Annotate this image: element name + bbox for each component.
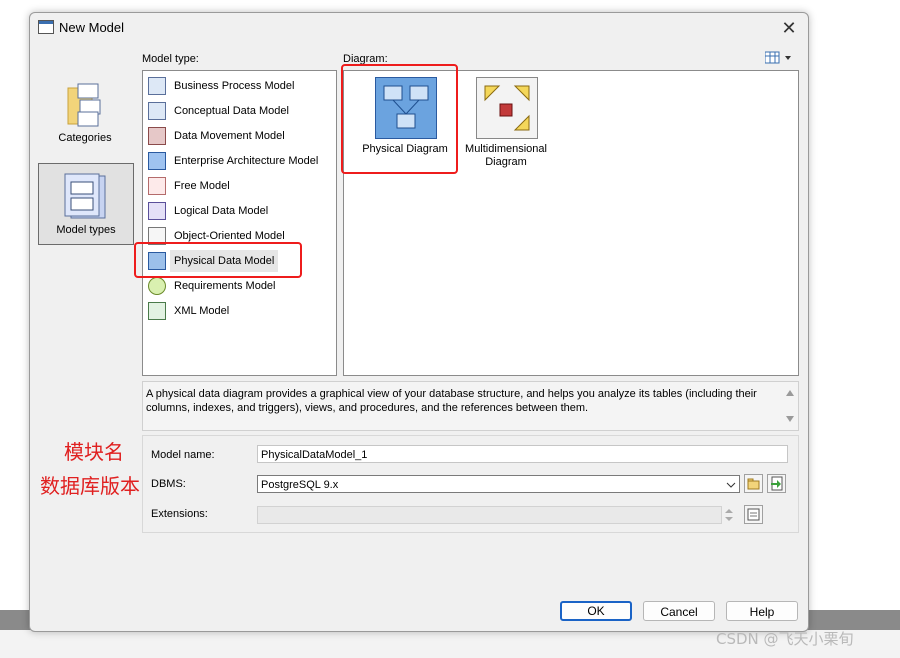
- import-icon: [771, 476, 783, 491]
- business-process-icon: [148, 77, 166, 95]
- description-scrollbar[interactable]: [782, 382, 798, 430]
- description-text: A physical data diagram provides a graph…: [146, 388, 757, 414]
- properties-icon: [747, 508, 760, 521]
- annotation-db-version: 数据库版本: [40, 474, 140, 498]
- model-type-item-label: Conceptual Data Model: [174, 105, 289, 117]
- extensions-label: Extensions:: [151, 508, 208, 520]
- category-model-types[interactable]: Model types: [38, 163, 134, 245]
- description-box: A physical data diagram provides a graph…: [142, 381, 799, 431]
- diagram-item-label-line: Diagram: [485, 156, 527, 168]
- model-types-icon: [64, 173, 106, 219]
- logical-data-icon: [148, 202, 166, 220]
- cancel-button[interactable]: Cancel: [643, 601, 715, 621]
- xml-model-icon: [148, 302, 166, 320]
- diagram-item-label: Multidimensional Diagram: [456, 143, 556, 169]
- model-fields-group: Model name: PhysicalDataModel_1 DBMS: Po…: [142, 435, 799, 533]
- annotation-module-name: 模块名: [64, 440, 124, 464]
- diagram-item-label-line: Multidimensional: [465, 143, 547, 155]
- model-type-list[interactable]: Business Process Model Conceptual Data M…: [142, 70, 337, 376]
- requirements-icon: [148, 277, 166, 295]
- folder-icon: [67, 83, 101, 127]
- model-type-item-label: Requirements Model: [174, 280, 276, 292]
- extensions-properties-button[interactable]: [744, 505, 763, 524]
- view-mode-icon[interactable]: [765, 51, 795, 65]
- conceptual-data-icon: [148, 102, 166, 120]
- window-icon: [38, 20, 54, 34]
- browse-dbms-button[interactable]: [744, 474, 763, 493]
- model-type-item-label: XML Model: [174, 305, 230, 317]
- ok-button[interactable]: OK: [560, 601, 632, 621]
- help-button[interactable]: Help: [726, 601, 798, 621]
- annotation-highlight-model-type: [134, 242, 302, 278]
- chevron-down-icon: [726, 482, 736, 488]
- extensions-input[interactable]: [257, 506, 722, 524]
- data-movement-icon: [148, 127, 166, 145]
- annotation-highlight-diagram: [341, 64, 458, 174]
- folder-open-icon: [747, 478, 760, 490]
- diagram-item-multidimensional[interactable]: Multidimensional Diagram: [456, 77, 547, 173]
- model-name-label: Model name:: [151, 449, 215, 461]
- title-bar: New Model ✕: [30, 13, 808, 43]
- model-type-item-label: Logical Data Model: [174, 205, 269, 217]
- multidimensional-diagram-icon: [476, 77, 538, 139]
- import-dbms-button[interactable]: [767, 474, 786, 493]
- model-type-item-label: Data Movement Model: [174, 130, 285, 142]
- model-type-item-label: Free Model: [174, 180, 230, 192]
- category-label: Model types: [56, 224, 116, 236]
- window-title: New Model: [59, 20, 125, 35]
- model-type-label: Model type:: [142, 53, 199, 65]
- enterprise-architecture-icon: [148, 152, 166, 170]
- extensions-spinner[interactable]: [722, 506, 736, 524]
- dbms-select[interactable]: PostgreSQL 9.x: [257, 475, 740, 493]
- watermark: CSDN @飞天小栗旬: [716, 630, 854, 648]
- close-button[interactable]: ✕: [776, 16, 802, 40]
- model-type-item-label: Enterprise Architecture Model: [174, 155, 319, 167]
- category-categories[interactable]: Categories: [38, 78, 132, 148]
- dbms-label: DBMS:: [151, 478, 186, 490]
- free-model-icon: [148, 177, 166, 195]
- category-label: Categories: [58, 132, 112, 144]
- model-name-input[interactable]: PhysicalDataModel_1: [257, 445, 788, 463]
- model-type-item-label: Business Process Model: [174, 80, 295, 92]
- dbms-value: PostgreSQL 9.x: [261, 479, 339, 491]
